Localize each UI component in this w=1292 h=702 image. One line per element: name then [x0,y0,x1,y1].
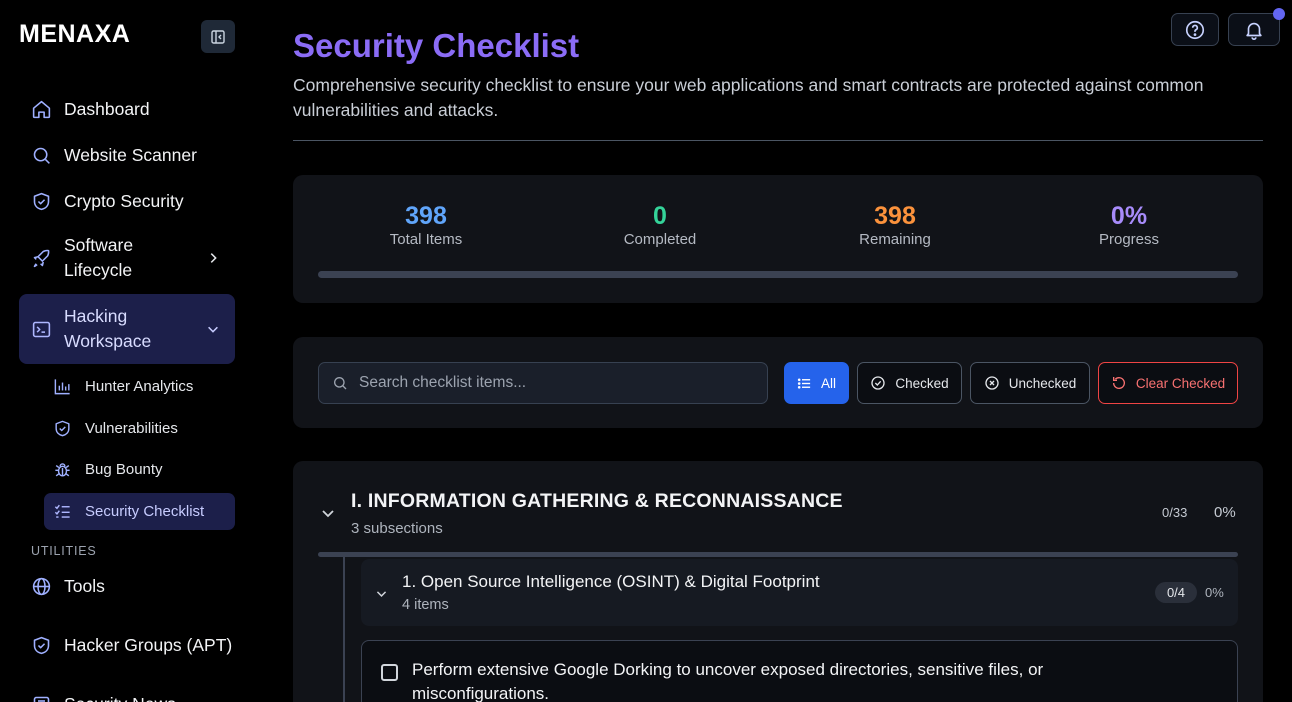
chevron-down-icon [205,321,221,337]
sidebar-subitem-label: Hunter Analytics [85,378,194,395]
stat-remaining-value: 398 [874,202,916,230]
section-subtitle: 3 subsections [351,520,443,537]
check-circle-icon [870,375,886,391]
shield-icon [30,634,52,656]
bug-icon [52,460,72,480]
stat-total: 398 Total Items [326,201,526,248]
search-box[interactable] [318,362,768,404]
chevron-down-icon [375,587,388,605]
help-button[interactable] [1171,13,1219,46]
sidebar-subitem-label: Security Checklist [85,503,205,520]
subsection-subtitle: 4 items [402,597,449,613]
checklist-item[interactable]: Perform extensive Google Dorking to unco… [361,640,1238,702]
bar-chart-icon [52,377,72,397]
filter-unchecked-label: Unchecked [1008,375,1077,391]
rotate-ccw-icon [1111,375,1127,391]
sidebar-subitem-label: Vulnerabilities [85,420,178,437]
section-title[interactable]: I. INFORMATION GATHERING & RECONNAISSANC… [351,490,843,513]
search-icon [334,377,347,390]
sidebar-subitem-security-checklist[interactable]: Security Checklist [44,493,235,530]
x-circle-icon [984,375,1000,391]
sidebar-item-label: Website Scanner [64,144,197,165]
sidebar-item-security-news[interactable]: Security News [19,686,235,702]
search-input[interactable] [359,374,739,392]
stat-progress-label: Progress [1098,231,1160,248]
list-checks-icon [52,502,72,522]
shield-check-icon [52,419,72,439]
clear-checked-label: Clear Checked [1135,375,1226,391]
app-logo[interactable]: MENAXA [19,20,130,49]
filter-all-button[interactable]: All [784,362,849,404]
terminal-icon [30,318,52,340]
sidebar-subitem-hunter-analytics[interactable]: Hunter Analytics [44,368,235,405]
stat-remaining: 398 Remaining [795,201,995,248]
section-percent: 0% [1214,504,1236,521]
bell-icon [1246,22,1262,40]
sidebar-item-crypto-security[interactable]: Crypto Security [19,183,235,219]
help-icon [1185,20,1205,39]
notifications-button[interactable] [1228,8,1285,46]
stat-progress: 0% Progress [1029,201,1229,248]
shield-icon [30,190,52,212]
sidebar-item-label: Hacking Workspace [64,306,152,351]
sidebar-item-software-lifecycle[interactable]: Software Lifecycle [19,233,235,283]
sidebar-item-label: Software Lifecycle [64,235,134,280]
search-icon [30,144,52,166]
section-progress-bar [318,552,1238,557]
sidebar-subitem-label: Bug Bounty [85,461,163,478]
sidebar-subitem-vulnerabilities[interactable]: Vulnerabilities [44,410,235,447]
sidebar-item-label: Security News [64,692,235,702]
filter-panel: All Checked Unchecked Clear Checked [293,337,1263,428]
subsection-percent: 0% [1205,585,1224,600]
stats-panel: 398 Total Items 0 Completed 398 Remainin… [293,175,1263,303]
notification-dot [1273,8,1285,20]
home-icon [30,98,52,120]
collapse-sidebar-button[interactable] [201,20,235,53]
clear-checked-button[interactable]: Clear Checked [1098,362,1238,404]
stat-completed: 0 Completed [560,201,760,248]
stat-completed-value: 0 [653,202,667,230]
sidebar-item-tools[interactable]: Tools [19,568,235,604]
stat-completed-label: Completed [623,231,697,248]
checklist-item-text: Perform extensive Google Dorking to unco… [412,660,1044,702]
filter-unchecked-button[interactable]: Unchecked [970,362,1090,404]
subsection-title: 1. Open Source Intelligence (OSINT) & Di… [402,572,820,591]
stat-total-label: Total Items [389,231,463,248]
list-icon [797,376,812,391]
stat-total-value: 398 [405,202,447,230]
tree-connector [343,557,345,702]
chevron-down-icon[interactable] [320,505,336,526]
rocket-icon [30,247,52,269]
filter-all-label: All [820,375,836,391]
sidebar-item-label: Crypto Security [64,190,184,211]
subsection-count-badge: 0/4 [1155,582,1197,603]
filter-checked-button[interactable]: Checked [857,362,962,404]
sidebar-item-website-scanner[interactable]: Website Scanner [19,137,235,173]
sidebar-item-dashboard[interactable]: Dashboard [19,91,235,127]
newspaper-icon [30,693,52,702]
sidebar-subitem-bug-bounty[interactable]: Bug Bounty [44,451,235,488]
page-title: Security Checklist [293,27,580,64]
section-count: 0/33 [1162,505,1188,520]
stat-progress-value: 0% [1110,202,1148,230]
sidebar-item-label: Dashboard [64,98,150,119]
utilities-section-label: UTILITIES [31,544,97,558]
chevron-right-icon [205,250,221,266]
page-description: Comprehensive security checklist to ensu… [293,75,1204,120]
stat-remaining-label: Remaining [859,231,931,248]
sidebar-item-hacking-workspace[interactable]: Hacking Workspace [19,294,235,364]
header-divider [293,140,1263,141]
sidebar: MENAXA Dashboard Website Scanner Crypto … [0,0,253,702]
subsection-header[interactable]: 1. Open Source Intelligence (OSINT) & Di… [361,559,1238,626]
checklist-section: I. INFORMATION GATHERING & RECONNAISSANC… [293,461,1263,702]
overall-progress-bar [318,271,1238,278]
filter-checked-label: Checked [895,375,949,391]
globe-icon [30,575,52,597]
sidebar-item-hacker-groups[interactable]: Hacker Groups (APT) [19,619,235,671]
sidebar-toggle-icon [211,29,225,44]
checklist-item-checkbox[interactable] [381,664,398,681]
sidebar-item-label: Hacker Groups (APT) [64,634,233,655]
sidebar-item-label: Tools [64,575,105,596]
